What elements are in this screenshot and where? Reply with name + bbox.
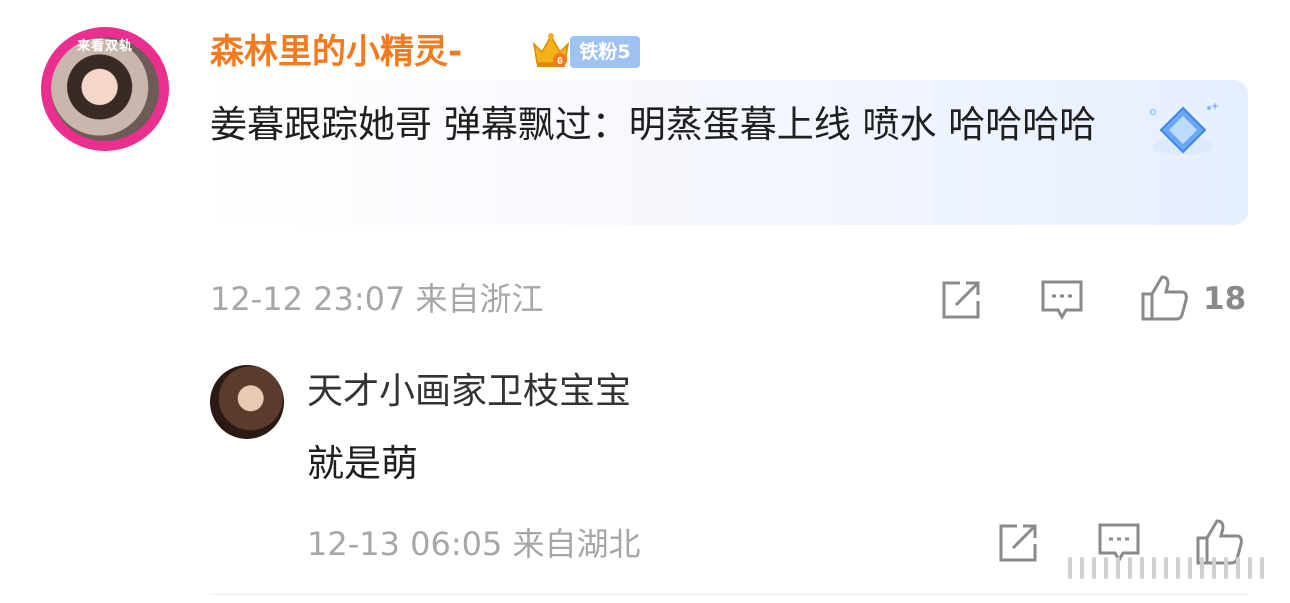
crown-icon: 6: [532, 33, 570, 67]
avatar-tag: 来看双轨: [76, 39, 133, 54]
comment-username[interactable]: 森林里的小精灵-: [210, 30, 462, 74]
comment-timestamp: 12-12 23:07: [210, 280, 406, 318]
share-icon: [999, 524, 1037, 562]
like-count: 18: [1203, 281, 1247, 317]
svg-text:6: 6: [557, 56, 563, 67]
divider: [210, 594, 1248, 595]
watermark: [1068, 550, 1278, 584]
comment-text: 姜暮跟踪她哥 弹幕飘过：明蒸蛋暮上线 喷水 哈哈哈哈: [210, 103, 1097, 146]
reply-username[interactable]: 天才小画家卫枝宝宝: [307, 368, 631, 416]
avatar[interactable]: 来看双轨: [41, 27, 169, 151]
reply-avatar[interactable]: [210, 365, 284, 439]
comment-location: 来自浙江: [415, 280, 544, 318]
share-button[interactable]: [940, 279, 982, 321]
reply-meta: 12-13 06:05 来自湖北: [307, 520, 641, 568]
share-icon: [942, 281, 980, 319]
comment-icon: [1041, 280, 1083, 321]
diamond-icon: [1149, 102, 1219, 155]
thumbs-up-icon: [1141, 275, 1188, 321]
reply-text: 就是萌: [307, 442, 418, 485]
reply-timestamp: 12-13 06:05: [307, 525, 503, 563]
like-button[interactable]: [1140, 274, 1190, 322]
reply-share-button[interactable]: [997, 522, 1039, 564]
comment-meta: 12-12 23:07 来自浙江: [210, 276, 544, 322]
reply-location: 来自湖北: [512, 525, 641, 563]
comment-bubble: 姜暮跟踪她哥 弹幕飘过：明蒸蛋暮上线 喷水 哈哈哈哈: [196, 80, 1248, 225]
fan-badge: 铁粉5: [570, 36, 640, 68]
comment-button[interactable]: [1040, 279, 1084, 321]
